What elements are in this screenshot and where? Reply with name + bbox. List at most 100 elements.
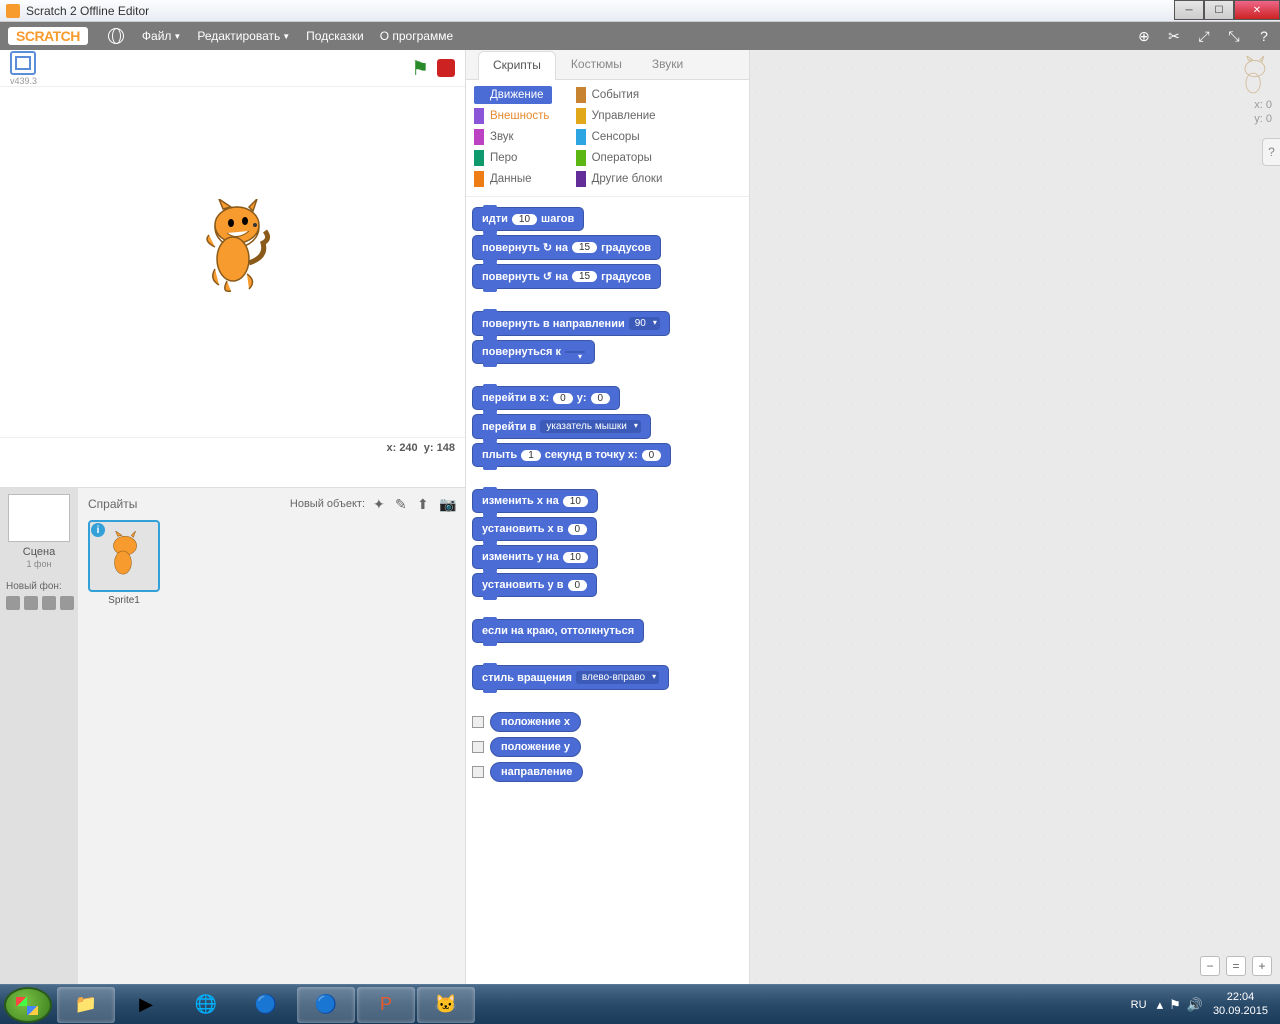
category-Сенсоры[interactable]: Сенсоры <box>576 128 663 146</box>
backdrop-paint-icon[interactable] <box>24 596 38 610</box>
fullscreen-button[interactable] <box>10 51 36 75</box>
backdrop-thumb[interactable] <box>8 494 70 542</box>
sprites-heading: Спрайты <box>88 497 137 511</box>
category-Другие блоки[interactable]: Другие блоки <box>576 170 663 188</box>
menu-tips[interactable]: Подсказки <box>306 29 364 43</box>
scratch-logo[interactable]: SCRATCH <box>8 27 88 45</box>
category-Данные[interactable]: Данные <box>474 170 552 188</box>
category-Звук[interactable]: Звук <box>474 128 552 146</box>
reporter-x-position[interactable]: положение x <box>490 712 581 732</box>
stage-canvas[interactable] <box>0 86 465 438</box>
center-pane: Скрипты Костюмы Звуки Движение Внешность З… <box>466 50 750 984</box>
block-rotation-style[interactable]: стиль вращениявлево-вправо <box>472 665 669 690</box>
tab-costumes[interactable]: Костюмы <box>556 50 637 79</box>
task-explorer[interactable]: 📁 <box>57 987 115 1023</box>
sprite-list: Спрайты Новый объект: ✦ ✎ ⬆ 📷 i Sprite1 <box>78 488 465 984</box>
task-ie[interactable]: 🌐 <box>177 987 235 1023</box>
category-Движение[interactable]: Движение <box>474 86 552 104</box>
tray-action-icon[interactable]: ⚑ <box>1169 997 1181 1013</box>
current-sprite-icon <box>1236 56 1272 92</box>
tray-lang[interactable]: RU <box>1131 999 1147 1011</box>
tray-clock[interactable]: 22:04 30.09.2015 <box>1213 991 1268 1019</box>
maximize-button[interactable]: ☐ <box>1204 0 1234 20</box>
task-powerpoint[interactable]: P <box>357 987 415 1023</box>
menu-file[interactable]: Файл▼ <box>142 29 181 43</box>
backdrop-camera-icon[interactable] <box>60 596 74 610</box>
block-turn-ccw[interactable]: повернуть ↺ на15градусов <box>472 264 661 289</box>
version-label: v439.3 <box>10 76 37 86</box>
green-flag-icon[interactable]: ⚑ <box>411 56 429 81</box>
block-point-direction[interactable]: повернуть в направлении90 <box>472 311 670 336</box>
backdrop-library-icon[interactable] <box>6 596 20 610</box>
sprite-name: Sprite1 <box>88 595 160 606</box>
backdrop-label: Сцена <box>4 546 74 558</box>
checkbox-direction[interactable] <box>472 766 484 778</box>
task-chrome1[interactable]: 🔵 <box>237 987 295 1023</box>
sprite-info-icon[interactable]: i <box>91 523 105 537</box>
globe-icon[interactable] <box>108 28 124 44</box>
system-tray[interactable]: RU ▴ ⚑ 🔊 22:04 30.09.2015 <box>1131 991 1276 1019</box>
menu-edit[interactable]: Редактировать▼ <box>197 29 290 43</box>
zoom-in-button[interactable]: + <box>1252 956 1272 976</box>
minimize-button[interactable]: ─ <box>1174 0 1204 20</box>
block-set-y[interactable]: установить y в0 <box>472 573 597 597</box>
sprite-cat[interactable] <box>195 199 275 294</box>
checkbox-x-position[interactable] <box>472 716 484 728</box>
script-coords: x: 0 y: 0 <box>1254 98 1272 127</box>
category-Управление[interactable]: Управление <box>576 107 663 125</box>
taskbar[interactable]: 📁 ▶ 🌐 🔵 🔵 P 🐱 RU ▴ ⚑ 🔊 22:04 30.09.2015 <box>0 984 1280 1024</box>
backdrop-panel: Сцена 1 фон Новый фон: <box>0 488 78 984</box>
sprite-camera-icon[interactable]: 📷 <box>439 496 455 512</box>
script-area[interactable]: x: 0 y: 0 ? − = + <box>750 50 1280 984</box>
task-media[interactable]: ▶ <box>117 987 175 1023</box>
help-tab-icon[interactable]: ? <box>1262 138 1280 166</box>
tabs: Скрипты Костюмы Звуки <box>466 50 749 80</box>
block-edge-bounce[interactable]: если на краю, оттолкнуться <box>472 619 644 643</box>
grow-icon[interactable]: ⤢ <box>1196 28 1212 44</box>
start-button[interactable] <box>4 987 52 1023</box>
block-change-y[interactable]: изменить y на10 <box>472 545 598 569</box>
backdrop-count: 1 фон <box>4 559 74 569</box>
menu-about[interactable]: О программе <box>380 29 453 43</box>
blocks-palette[interactable]: идти10шагов повернуть ↻ на15градусов пов… <box>466 197 749 984</box>
category-Перо[interactable]: Перо <box>474 149 552 167</box>
block-goto-xy[interactable]: перейти в x:0y:0 <box>472 386 620 410</box>
help-icon[interactable]: ? <box>1256 28 1272 44</box>
category-Операторы[interactable]: Операторы <box>576 149 663 167</box>
reporter-y-position[interactable]: положение y <box>490 737 581 757</box>
category-События[interactable]: События <box>576 86 663 104</box>
block-goto-target[interactable]: перейти вуказатель мышки <box>472 414 651 439</box>
window-titlebar: Scratch 2 Offline Editor ─ ☐ ✕ <box>0 0 1280 22</box>
sprite-library-icon[interactable]: ✦ <box>373 496 389 512</box>
scissors-icon[interactable]: ✂ <box>1166 28 1182 44</box>
block-move-steps[interactable]: идти10шагов <box>472 207 584 231</box>
main-area: v439.3 ⚑ x: 240 y: 148 Сцена 1 фон <box>0 50 1280 984</box>
stamp-icon[interactable]: ⊕ <box>1136 28 1152 44</box>
app-icon <box>6 4 20 18</box>
stop-icon[interactable] <box>437 59 455 77</box>
close-button[interactable]: ✕ <box>1234 0 1280 20</box>
task-scratch[interactable]: 🐱 <box>417 987 475 1023</box>
block-turn-cw[interactable]: повернуть ↻ на15градусов <box>472 235 661 260</box>
tab-sounds[interactable]: Звуки <box>637 50 698 79</box>
sprite-paint-icon[interactable]: ✎ <box>395 496 411 512</box>
block-glide[interactable]: плыть1секунд в точку x:0 <box>472 443 671 467</box>
shrink-icon[interactable]: ⤡ <box>1226 28 1242 44</box>
block-point-towards[interactable]: повернуться к <box>472 340 595 364</box>
tray-flag-icon[interactable]: ▴ <box>1157 997 1164 1013</box>
block-change-x[interactable]: изменить x на10 <box>472 489 598 513</box>
tray-volume-icon[interactable]: 🔊 <box>1187 997 1203 1013</box>
zoom-out-button[interactable]: − <box>1200 956 1220 976</box>
checkbox-y-position[interactable] <box>472 741 484 753</box>
task-chrome2[interactable]: 🔵 <box>297 987 355 1023</box>
sprite-thumb[interactable]: i <box>88 520 160 592</box>
backdrop-upload-icon[interactable] <box>42 596 56 610</box>
sprite-upload-icon[interactable]: ⬆ <box>417 496 433 512</box>
block-set-x[interactable]: установить x в0 <box>472 517 597 541</box>
reporter-direction[interactable]: направление <box>490 762 583 782</box>
new-sprite-label: Новый объект: <box>290 498 365 510</box>
zoom-reset-button[interactable]: = <box>1226 956 1246 976</box>
stage-area: v439.3 ⚑ x: 240 y: 148 <box>0 50 465 488</box>
tab-scripts[interactable]: Скрипты <box>478 51 556 80</box>
category-Внешность[interactable]: Внешность <box>474 107 552 125</box>
